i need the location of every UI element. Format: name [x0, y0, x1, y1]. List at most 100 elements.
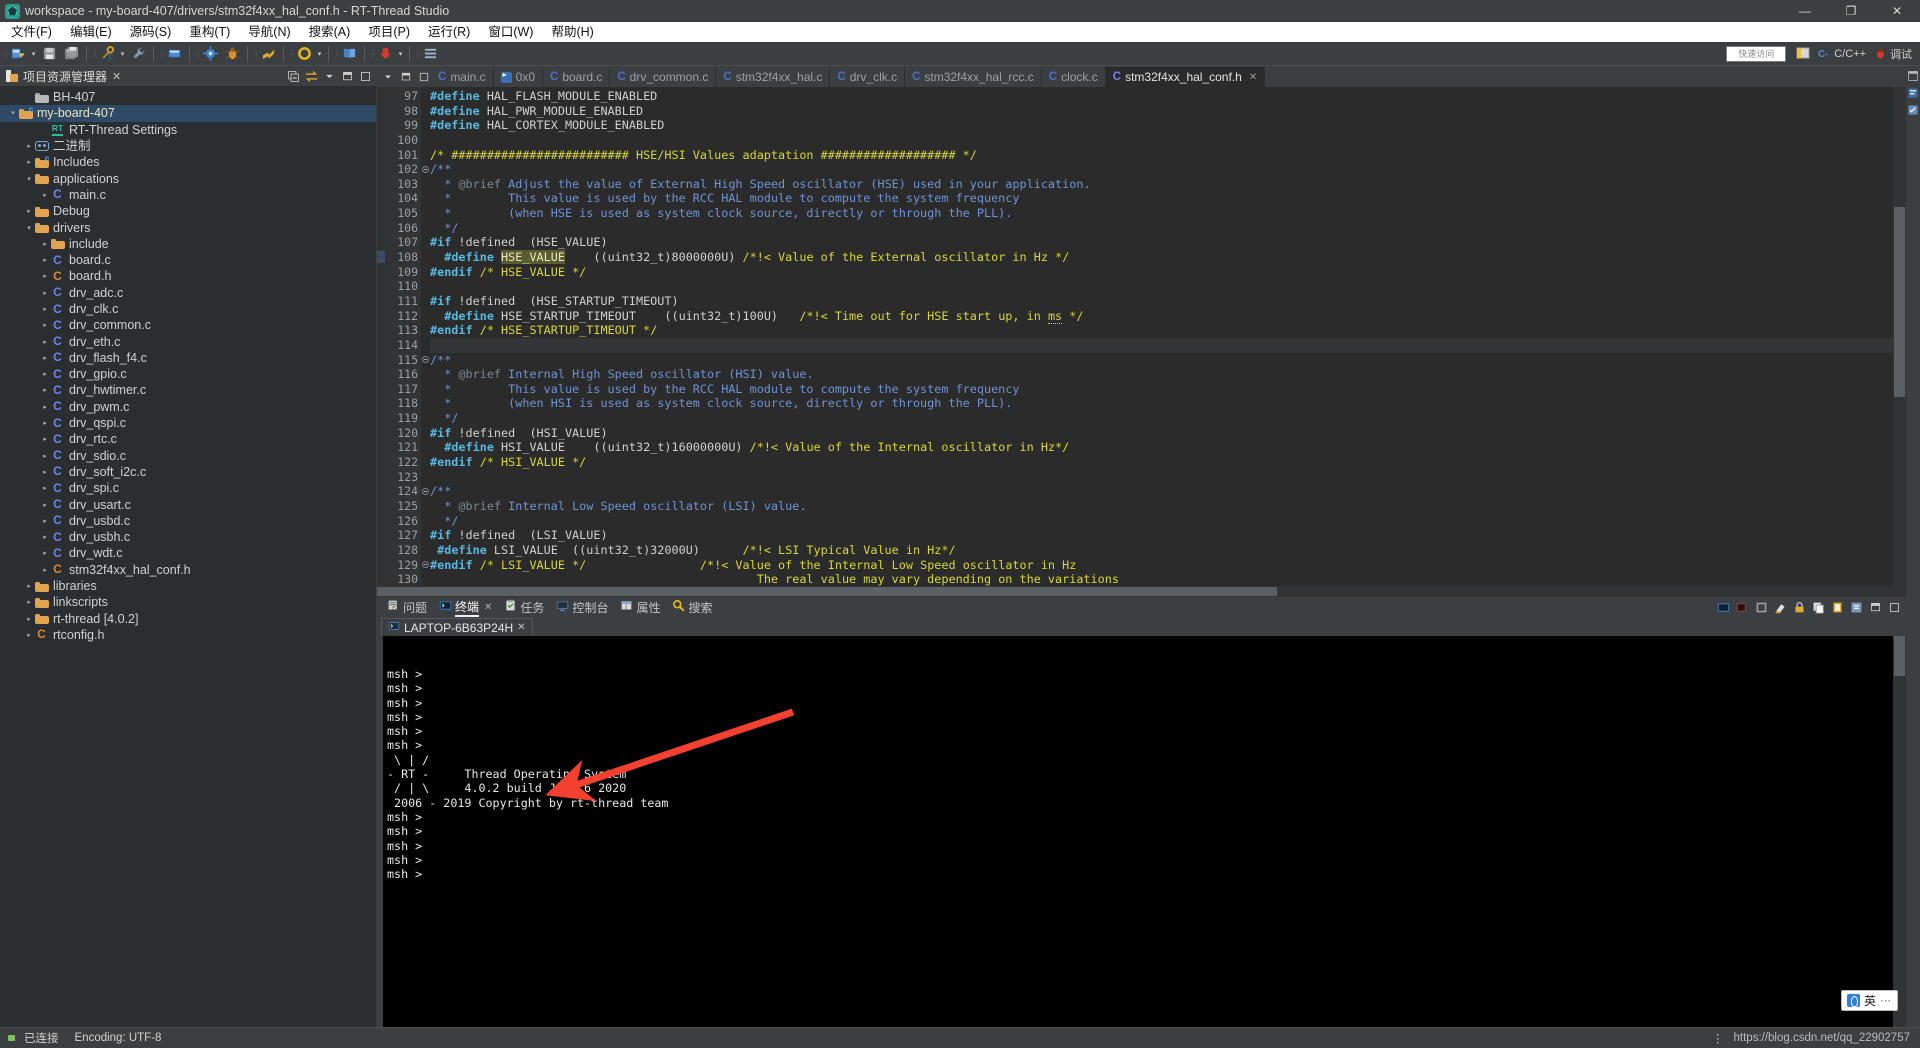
- build-icon[interactable]: C: [97, 44, 117, 64]
- tree-item-drv-gpio-c[interactable]: ▸ Cdrv_gpio.c: [0, 366, 376, 382]
- tree-item-rt-thread-settings[interactable]: RT RT-Thread Settings: [0, 122, 376, 138]
- editor-tab-close-icon[interactable]: ✕: [1249, 72, 1257, 83]
- tree-item-drv-soft-i2c-c[interactable]: ▸ Cdrv_soft_i2c.c: [0, 464, 376, 480]
- minimize-panel-icon[interactable]: [340, 69, 355, 84]
- tree-twisty-icon[interactable]: ▸: [40, 415, 50, 431]
- editor-tab-drv-common-c[interactable]: Cdrv_common.c: [610, 67, 717, 87]
- tree-item-applications[interactable]: ▾ applications: [0, 170, 376, 186]
- menu-navigate[interactable]: 导航(N): [239, 22, 299, 42]
- tree-twisty-icon[interactable]: ▸: [40, 236, 50, 252]
- maximize-button[interactable]: ❐: [1828, 0, 1874, 22]
- tree-twisty-icon[interactable]: [24, 89, 34, 105]
- tree-item-drv-adc-c[interactable]: ▸ Cdrv_adc.c: [0, 285, 376, 301]
- editor-minimize-icon[interactable]: [398, 69, 413, 84]
- tree-item-include[interactable]: ▸ include: [0, 236, 376, 252]
- console-tab-console[interactable]: 控制台: [550, 597, 614, 617]
- ime-more-icon[interactable]: ⋯: [1880, 994, 1892, 1007]
- terminal-session-close-icon[interactable]: ✕: [517, 622, 525, 633]
- minimize-icon[interactable]: [1868, 600, 1883, 615]
- tree-twisty-icon[interactable]: ▸: [40, 285, 50, 301]
- tree-twisty-icon[interactable]: ▸: [24, 611, 34, 627]
- tree-twisty-icon[interactable]: ▸: [40, 382, 50, 398]
- toolbar-drag-handle-2[interactable]: ⋮: [91, 46, 99, 62]
- code-content[interactable]: #define HAL_FLASH_MODULE_ENABLED #define …: [430, 87, 1906, 586]
- console-tab-problems[interactable]: 问题: [381, 597, 433, 617]
- editor-tab-drv-clk-c[interactable]: Cdrv_clk.c: [830, 67, 906, 87]
- terminal-session-tab[interactable]: LAPTOP-6B63P24H ✕: [381, 618, 533, 636]
- tree-twisty-icon[interactable]: ▸: [40, 317, 50, 333]
- tree-item-drv-sdio-c[interactable]: ▸ Cdrv_sdio.c: [0, 448, 376, 464]
- tree-item-linkscripts[interactable]: ▸ linkscripts: [0, 594, 376, 610]
- tree-item-libraries[interactable]: ▸ libraries: [0, 578, 376, 594]
- console-icon[interactable]: [164, 44, 184, 64]
- terminal-output[interactable]: msh > msh > msh > msh > msh > msh > \ | / - RT…: [377, 636, 1906, 1027]
- tree-twisty-icon[interactable]: ▸: [24, 594, 34, 610]
- tree-item-stm32f4xx-hal-conf-h[interactable]: ▸ Cstm32f4xx_hal_conf.h: [0, 562, 376, 578]
- run-icon[interactable]: [258, 44, 278, 64]
- wrench-icon[interactable]: [128, 44, 148, 64]
- console-tab-terminal[interactable]: 终端 ✕: [433, 597, 498, 617]
- tree-twisty-icon[interactable]: ▾: [8, 105, 18, 121]
- quick-access-input[interactable]: 快速访问: [1726, 45, 1787, 62]
- restore-view-icon[interactable]: [1907, 69, 1919, 81]
- toolbar-drag-handle-6[interactable]: ⋮: [288, 46, 296, 62]
- console-tab-properties[interactable]: 属性: [614, 597, 666, 617]
- tree-twisty-icon[interactable]: ▸: [40, 252, 50, 268]
- tree-item-drv-wdt-c[interactable]: ▸ Cdrv_wdt.c: [0, 545, 376, 561]
- toolbar-drag-handle-7[interactable]: ⋮: [333, 46, 341, 62]
- tree-item-drv-usbd-c[interactable]: ▸ Cdrv_usbd.c: [0, 513, 376, 529]
- bug-icon[interactable]: [222, 44, 242, 64]
- lock-icon[interactable]: [1792, 600, 1807, 615]
- editor-chevron-down-icon[interactable]: [380, 69, 395, 84]
- maximize-icon[interactable]: [1887, 600, 1902, 615]
- tree-item-drv-qspi-c[interactable]: ▸ Cdrv_qspi.c: [0, 415, 376, 431]
- tree-twisty-icon[interactable]: ▸: [24, 154, 34, 170]
- menu-project[interactable]: 项目(P): [359, 22, 419, 42]
- tree-item-[interactable]: ▸ 二进制: [0, 138, 376, 154]
- tree-twisty-icon[interactable]: ▸: [40, 334, 50, 350]
- terminal-icon[interactable]: [1716, 600, 1731, 615]
- new-file-icon[interactable]: [8, 44, 28, 64]
- tree-twisty-icon[interactable]: ▾: [24, 171, 34, 187]
- fold-toggle[interactable]: [421, 162, 430, 177]
- editor-tab-stm32f4xx-hal-c[interactable]: Cstm32f4xx_hal.c: [716, 67, 831, 87]
- book-icon[interactable]: [339, 44, 359, 64]
- editor-maximize-icon[interactable]: [416, 69, 431, 84]
- tree-item-drv-eth-c[interactable]: ▸ Cdrv_eth.c: [0, 333, 376, 349]
- open-perspective-icon[interactable]: [1793, 44, 1813, 64]
- tree-twisty-icon[interactable]: ▸: [40, 366, 50, 382]
- tree-twisty-icon[interactable]: ▸: [24, 138, 34, 154]
- scroll-lock-icon[interactable]: [1849, 600, 1864, 615]
- menu-help[interactable]: 帮助(H): [542, 22, 602, 42]
- console-tab-close-icon[interactable]: ✕: [484, 602, 492, 613]
- tree-item-bh-407[interactable]: BH-407: [0, 89, 376, 105]
- tree-twisty-icon[interactable]: ▸: [40, 431, 50, 447]
- status-overflow-icon[interactable]: ⋮: [1712, 1031, 1724, 1045]
- tree-twisty-icon[interactable]: ▸: [40, 268, 50, 284]
- tree-twisty-icon[interactable]: ▸: [24, 578, 34, 594]
- console-tab-search[interactable]: 搜索: [666, 597, 718, 617]
- editor-horizontal-scrollbar[interactable]: [377, 586, 1906, 597]
- stop-dropdown-icon[interactable]: ▾: [315, 44, 324, 64]
- tree-item-main-c[interactable]: ▸ Cmain.c: [0, 187, 376, 203]
- editor-tab-board-c[interactable]: Cboard.c: [543, 67, 611, 87]
- view-menu-icon[interactable]: [322, 69, 337, 84]
- paste-icon[interactable]: [1830, 600, 1845, 615]
- menu-window[interactable]: 窗口(W): [479, 22, 542, 42]
- tree-item-rtconfig-h[interactable]: ▸ Crtconfig.h: [0, 627, 376, 643]
- tree-item-rt-thread-4-0-2[interactable]: ▸ rt-thread [4.0.2]: [0, 611, 376, 627]
- console-tab-tasks[interactable]: 任务: [498, 597, 550, 617]
- toolbar-drag-handle-8[interactable]: ⋮: [369, 46, 377, 62]
- terminal-scrollbar[interactable]: [1893, 636, 1906, 1027]
- toolbar-drag-handle-3[interactable]: ⋮: [158, 46, 166, 62]
- tree-twisty-icon[interactable]: ▸: [40, 497, 50, 513]
- editor-tab-stm32f4xx-hal-conf-h[interactable]: Cstm32f4xx_hal_conf.h ✕: [1105, 67, 1266, 87]
- tree-item-debug[interactable]: ▸ Debug: [0, 203, 376, 219]
- tree-item-drv-clk-c[interactable]: ▸ Cdrv_clk.c: [0, 301, 376, 317]
- tree-item-includes[interactable]: ▸ c Includes: [0, 154, 376, 170]
- fold-toggle[interactable]: [421, 484, 430, 499]
- minimize-button[interactable]: —: [1782, 0, 1828, 22]
- tree-item-drv-hwtimer-c[interactable]: ▸ Cdrv_hwtimer.c: [0, 382, 376, 398]
- editor-vertical-scrollbar[interactable]: [1893, 87, 1906, 586]
- toolbar-drag-handle-9[interactable]: ⋮: [414, 46, 422, 62]
